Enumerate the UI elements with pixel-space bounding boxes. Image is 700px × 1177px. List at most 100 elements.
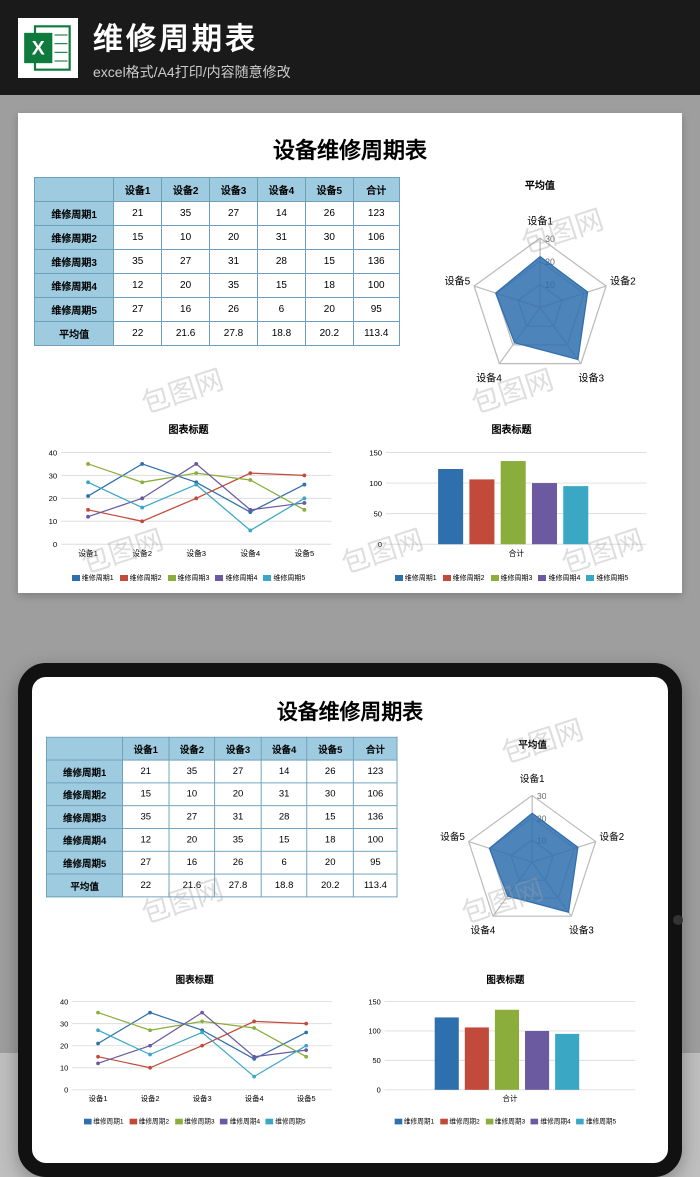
table-cell: 20 <box>210 226 258 250</box>
table-cell: 26 <box>215 851 261 874</box>
svg-text:设备2: 设备2 <box>610 274 636 287</box>
table-cell: 31 <box>215 806 261 829</box>
table-header: 设备5 <box>305 178 353 202</box>
table-cell: 20.2 <box>305 322 353 346</box>
table-cell: 27 <box>114 298 162 322</box>
sheet-preview-top: 设备维修周期表设备1设备2设备3设备4设备5合计维修周期121352714261… <box>18 113 682 593</box>
table-cell: 136 <box>353 806 397 829</box>
table-header: 设备5 <box>307 737 353 760</box>
line-chart: 010203040设备1设备2设备3设备4设备5 <box>46 988 343 1109</box>
table-cell: 30 <box>305 226 353 250</box>
svg-text:设备3: 设备3 <box>193 1093 212 1103</box>
table-cell: 123 <box>353 202 399 226</box>
table-cell: 30 <box>307 783 353 806</box>
table-cell: 20 <box>305 298 353 322</box>
table-header: 设备2 <box>162 178 210 202</box>
table-header <box>46 737 122 760</box>
table-cell: 15 <box>305 250 353 274</box>
line-legend: 维修周期1维修周期2维修周期3维修周期4维修周期5 <box>34 573 343 583</box>
tablet-home-button <box>673 915 683 925</box>
table-row-label: 维修周期1 <box>35 202 114 226</box>
svg-text:设备4: 设备4 <box>245 1093 264 1103</box>
table-cell: 31 <box>257 226 305 250</box>
svg-text:50: 50 <box>374 510 383 519</box>
line-chart: 010203040设备1设备2设备3设备4设备5 <box>34 438 343 564</box>
radar-title: 平均值 <box>414 177 666 192</box>
line-chart-title: 图表标题 <box>34 421 343 436</box>
table-cell: 21.6 <box>162 322 210 346</box>
table-cell: 26 <box>305 202 353 226</box>
svg-text:40: 40 <box>60 997 68 1006</box>
bar-chart: 050100150合计 <box>357 988 654 1109</box>
table-cell: 35 <box>169 760 215 783</box>
bar-legend: 维修周期1维修周期2维修周期3维修周期4维修周期5 <box>357 573 666 583</box>
table-cell: 15 <box>123 783 169 806</box>
table-cell: 10 <box>162 226 210 250</box>
sheet-title: 设备维修周期表 <box>34 133 666 165</box>
svg-text:设备2: 设备2 <box>600 830 625 843</box>
table-cell: 35 <box>114 250 162 274</box>
table-header: 设备3 <box>215 737 261 760</box>
table-cell: 26 <box>307 760 353 783</box>
svg-text:0: 0 <box>53 541 57 550</box>
table-cell: 21 <box>114 202 162 226</box>
table-cell: 35 <box>123 806 169 829</box>
table-header <box>35 178 114 202</box>
table-cell: 20 <box>162 274 210 298</box>
svg-text:0: 0 <box>378 541 382 550</box>
bar-chart: 050100150合计 <box>357 438 666 564</box>
svg-text:30: 30 <box>49 472 58 481</box>
svg-text:设备5: 设备5 <box>444 274 470 287</box>
table-cell: 16 <box>169 851 215 874</box>
svg-text:设备4: 设备4 <box>471 924 496 937</box>
line-chart-title: 图表标题 <box>46 972 343 986</box>
table-cell: 20 <box>169 828 215 851</box>
svg-text:设备2: 设备2 <box>132 548 152 558</box>
table-row-label: 平均值 <box>35 322 114 346</box>
table-cell: 27.8 <box>215 874 261 897</box>
table-cell: 100 <box>353 274 399 298</box>
line-legend: 维修周期1维修周期2维修周期3维修周期4维修周期5 <box>46 1117 343 1127</box>
table-cell: 16 <box>162 298 210 322</box>
table-header: 设备1 <box>114 178 162 202</box>
table-row-label: 维修周期2 <box>35 226 114 250</box>
svg-text:30: 30 <box>60 1020 68 1029</box>
svg-text:10: 10 <box>49 518 58 527</box>
table-cell: 106 <box>353 783 397 806</box>
table-cell: 27 <box>210 202 258 226</box>
svg-text:设备4: 设备4 <box>476 372 502 385</box>
table-cell: 21 <box>123 760 169 783</box>
product-header: X 维修周期表 excel格式/A4打印/内容随意修改 <box>0 0 700 95</box>
product-title: 维修周期表 <box>93 14 682 58</box>
svg-text:设备5: 设备5 <box>297 1093 316 1103</box>
table-row-label: 维修周期4 <box>46 828 122 851</box>
svg-text:50: 50 <box>373 1056 381 1065</box>
table-cell: 28 <box>257 250 305 274</box>
data-table: 设备1设备2设备3设备4设备5合计维修周期12135271426123维修周期2… <box>34 177 400 346</box>
svg-text:20: 20 <box>49 495 58 504</box>
radar-chart: 302010设备1设备2设备3设备4设备5 <box>411 753 654 959</box>
svg-text:0: 0 <box>64 1086 68 1095</box>
table-row-label: 维修周期5 <box>46 851 122 874</box>
table-cell: 12 <box>114 274 162 298</box>
table-row-label: 平均值 <box>46 874 122 897</box>
svg-text:设备2: 设备2 <box>141 1093 160 1103</box>
table-cell: 12 <box>123 828 169 851</box>
table-cell: 20.2 <box>307 874 353 897</box>
svg-text:设备1: 设备1 <box>527 214 553 227</box>
svg-text:100: 100 <box>369 479 382 488</box>
table-cell: 20 <box>307 851 353 874</box>
table-cell: 14 <box>257 202 305 226</box>
table-cell: 15 <box>261 828 307 851</box>
svg-text:30: 30 <box>537 791 547 801</box>
table-row-label: 维修周期2 <box>46 783 122 806</box>
table-cell: 113.4 <box>353 874 397 897</box>
table-header: 设备2 <box>169 737 215 760</box>
tablet-mockup: 设备维修周期表设备1设备2设备3设备4设备5合计维修周期121352714261… <box>18 663 682 1177</box>
svg-text:设备5: 设备5 <box>441 830 466 843</box>
table-cell: 31 <box>210 250 258 274</box>
svg-text:合计: 合计 <box>503 1093 518 1103</box>
table-cell: 18 <box>307 828 353 851</box>
svg-text:设备3: 设备3 <box>186 548 206 558</box>
table-header: 合计 <box>353 178 399 202</box>
